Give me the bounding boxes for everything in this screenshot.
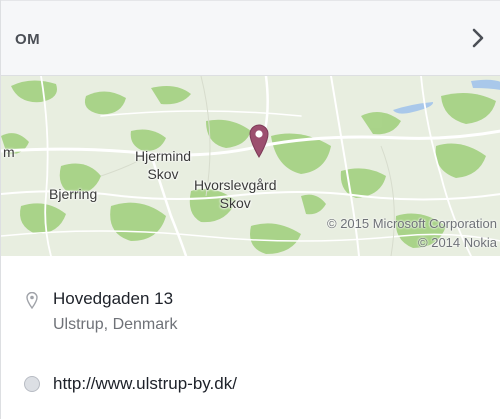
map-label-hvorslevgard-skov: Hvorslevgård Skov [194,177,277,211]
about-card: OM m Bjerring Hjermind Skov Hvorslevgård… [0,0,500,419]
globe-icon [24,376,40,392]
map-copyright-nokia: © 2014 Nokia [418,235,497,250]
about-title: OM [15,31,41,48]
map-copyright-microsoft: © 2015 Microsoft Corporation [327,216,497,231]
address-street: Hovedgaden 13 [53,289,174,308]
map-label-hjermind-skov: Hjermind Skov [135,148,192,182]
chevron-right-icon[interactable] [469,27,487,49]
map-pin-icon[interactable] [248,122,270,158]
location-map[interactable]: m Bjerring Hjermind Skov Hvorslevgård Sk… [1,76,500,256]
map-label-m: m [3,144,15,160]
about-header[interactable]: OM [1,0,500,76]
address-city: Ulstrup, Denmark [53,316,178,333]
website-link[interactable]: http://www.ulstrup-by.dk/ [53,374,237,394]
about-info: Hovedgaden 13 Ulstrup, Denmark http://ww… [1,256,500,419]
map-label-bjerring: Bjerring [49,186,98,202]
location-icon [26,292,38,309]
